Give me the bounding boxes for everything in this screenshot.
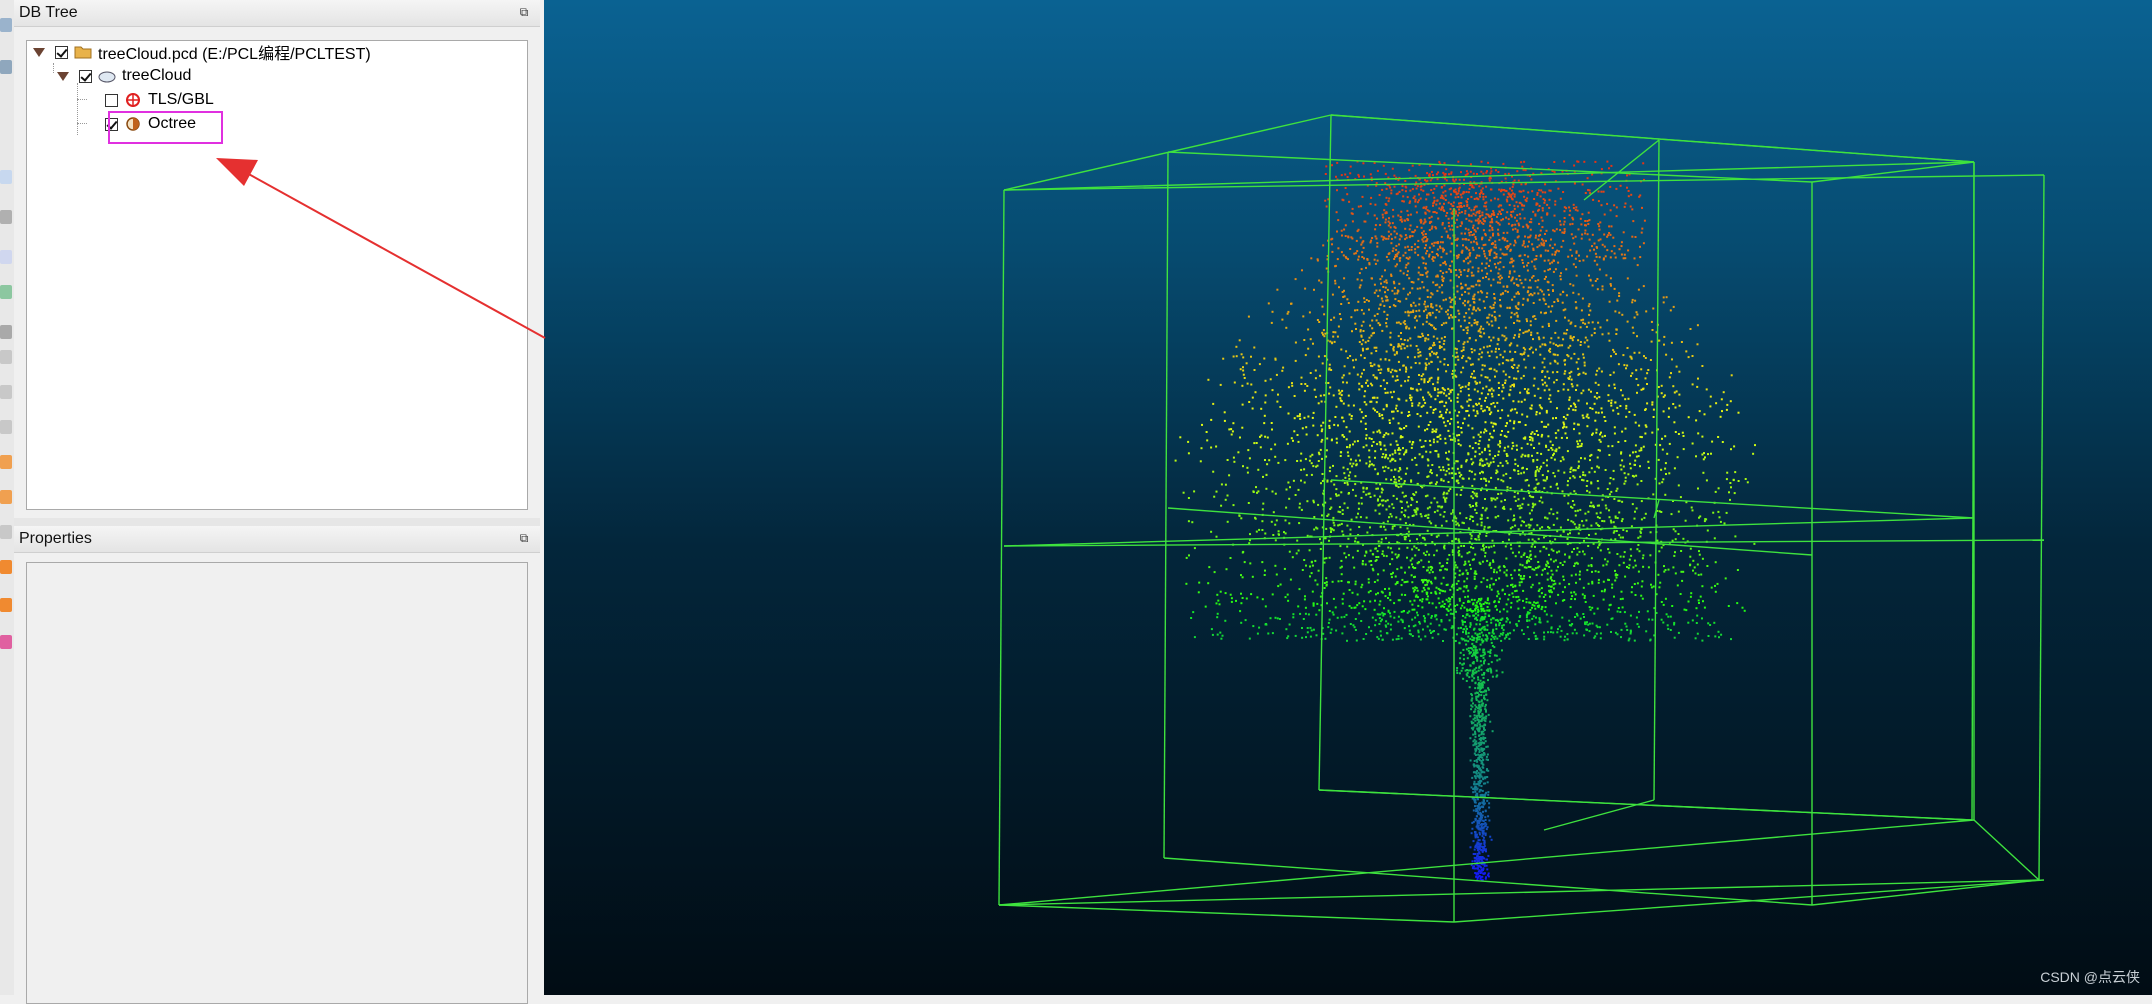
toolbar-page3-icon[interactable] [0, 420, 12, 434]
toolbar-color-icon[interactable] [0, 635, 12, 649]
octree-edge [999, 190, 1004, 905]
db-tree-panel: DB Tree ⧉ treeCloud.pcd (E:/PCL编程/PCLTES… [14, 0, 540, 518]
tree-item-checkbox[interactable] [105, 118, 118, 131]
undock-icon[interactable]: ⧉ [516, 530, 532, 546]
tree-item-checkbox[interactable] [79, 70, 92, 83]
tree-item-treecloud-pcd[interactable]: treeCloud.pcd (E:/PCL编程/PCLTEST) [33, 41, 371, 63]
tree-item-label: treeCloud.pcd (E:/PCL编程/PCLTEST) [98, 40, 371, 64]
toolbar-view-icon[interactable] [0, 18, 12, 32]
panel-splitter[interactable] [14, 518, 540, 526]
toolbar-page2-icon[interactable] [0, 385, 12, 399]
toolbar-page-icon[interactable] [0, 350, 12, 364]
octree-edge [1544, 800, 1654, 830]
tree-item-checkbox[interactable] [55, 46, 68, 59]
toolbar-select-icon[interactable] [0, 170, 12, 184]
toolbar-dropdown-icon[interactable] [0, 250, 12, 264]
toolbar-pen-icon[interactable] [0, 325, 12, 339]
octree-edge [1584, 140, 1659, 200]
toolbar-box-icon[interactable] [0, 455, 12, 469]
octree-edge [1319, 115, 1331, 790]
tree-item-octree[interactable]: Octree [105, 113, 196, 135]
vertical-toolbar [0, 0, 15, 995]
toolbar-box2-icon[interactable] [0, 490, 12, 504]
octree-edge [2039, 175, 2044, 880]
expand-arrow-icon[interactable] [57, 72, 69, 81]
octree-edge [1319, 790, 1972, 820]
octree-edge [1974, 820, 2039, 880]
octree-icon [124, 116, 142, 132]
tree-item-checkbox[interactable] [105, 94, 118, 107]
toolbar-cube2-icon[interactable] [0, 598, 12, 612]
octree-edge [1331, 115, 1974, 162]
octree-edge [1004, 175, 2044, 190]
3d-viewer[interactable]: CSDN @点云侠 [544, 0, 2152, 995]
undock-icon[interactable]: ⧉ [516, 4, 532, 20]
tree-connector [77, 83, 78, 135]
tree-item-label: TLS/GBL [148, 91, 214, 109]
db-tree-view[interactable]: treeCloud.pcd (E:/PCL编程/PCLTEST) treeClo… [26, 40, 528, 510]
toolbar-cube-icon[interactable] [0, 560, 12, 574]
tree-connector [77, 123, 87, 124]
toolbar-tool-icon[interactable] [0, 210, 12, 224]
toolbar-save-icon[interactable] [0, 60, 12, 74]
db-tree-title: DB Tree [19, 4, 78, 21]
tree-item-tls-gbl[interactable]: TLS/GBL [105, 89, 214, 111]
folder-icon [74, 44, 92, 60]
tree-connector [77, 99, 87, 100]
tree-item-label: Octree [148, 115, 196, 133]
octree-edge [999, 905, 1454, 922]
target-icon [124, 92, 142, 108]
watermark: CSDN @点云侠 [2040, 967, 2140, 987]
tree-connector [53, 63, 54, 73]
cloud-icon [98, 68, 116, 84]
octree-wireframe [999, 115, 2044, 922]
properties-view[interactable] [26, 562, 528, 1004]
expand-arrow-icon[interactable] [33, 48, 45, 57]
octree-edge [1004, 162, 1974, 190]
toolbar-point-icon[interactable] [0, 285, 12, 299]
db-tree-title-bar: DB Tree ⧉ [14, 0, 540, 27]
octree-edge [1812, 880, 2039, 905]
properties-title-bar: Properties ⧉ [14, 526, 540, 553]
scene-canvas [544, 0, 2152, 995]
tree-item-treecloud[interactable]: treeCloud [57, 65, 191, 87]
octree-edge [1654, 140, 1659, 800]
octree-edge [1331, 480, 1974, 518]
toolbar-page4-icon[interactable] [0, 525, 12, 539]
point-cloud [1175, 160, 1756, 881]
tree-item-label: treeCloud [122, 67, 191, 85]
properties-title: Properties [19, 530, 92, 547]
octree-edge [1164, 152, 1168, 858]
properties-panel: Properties ⧉ [14, 526, 540, 995]
